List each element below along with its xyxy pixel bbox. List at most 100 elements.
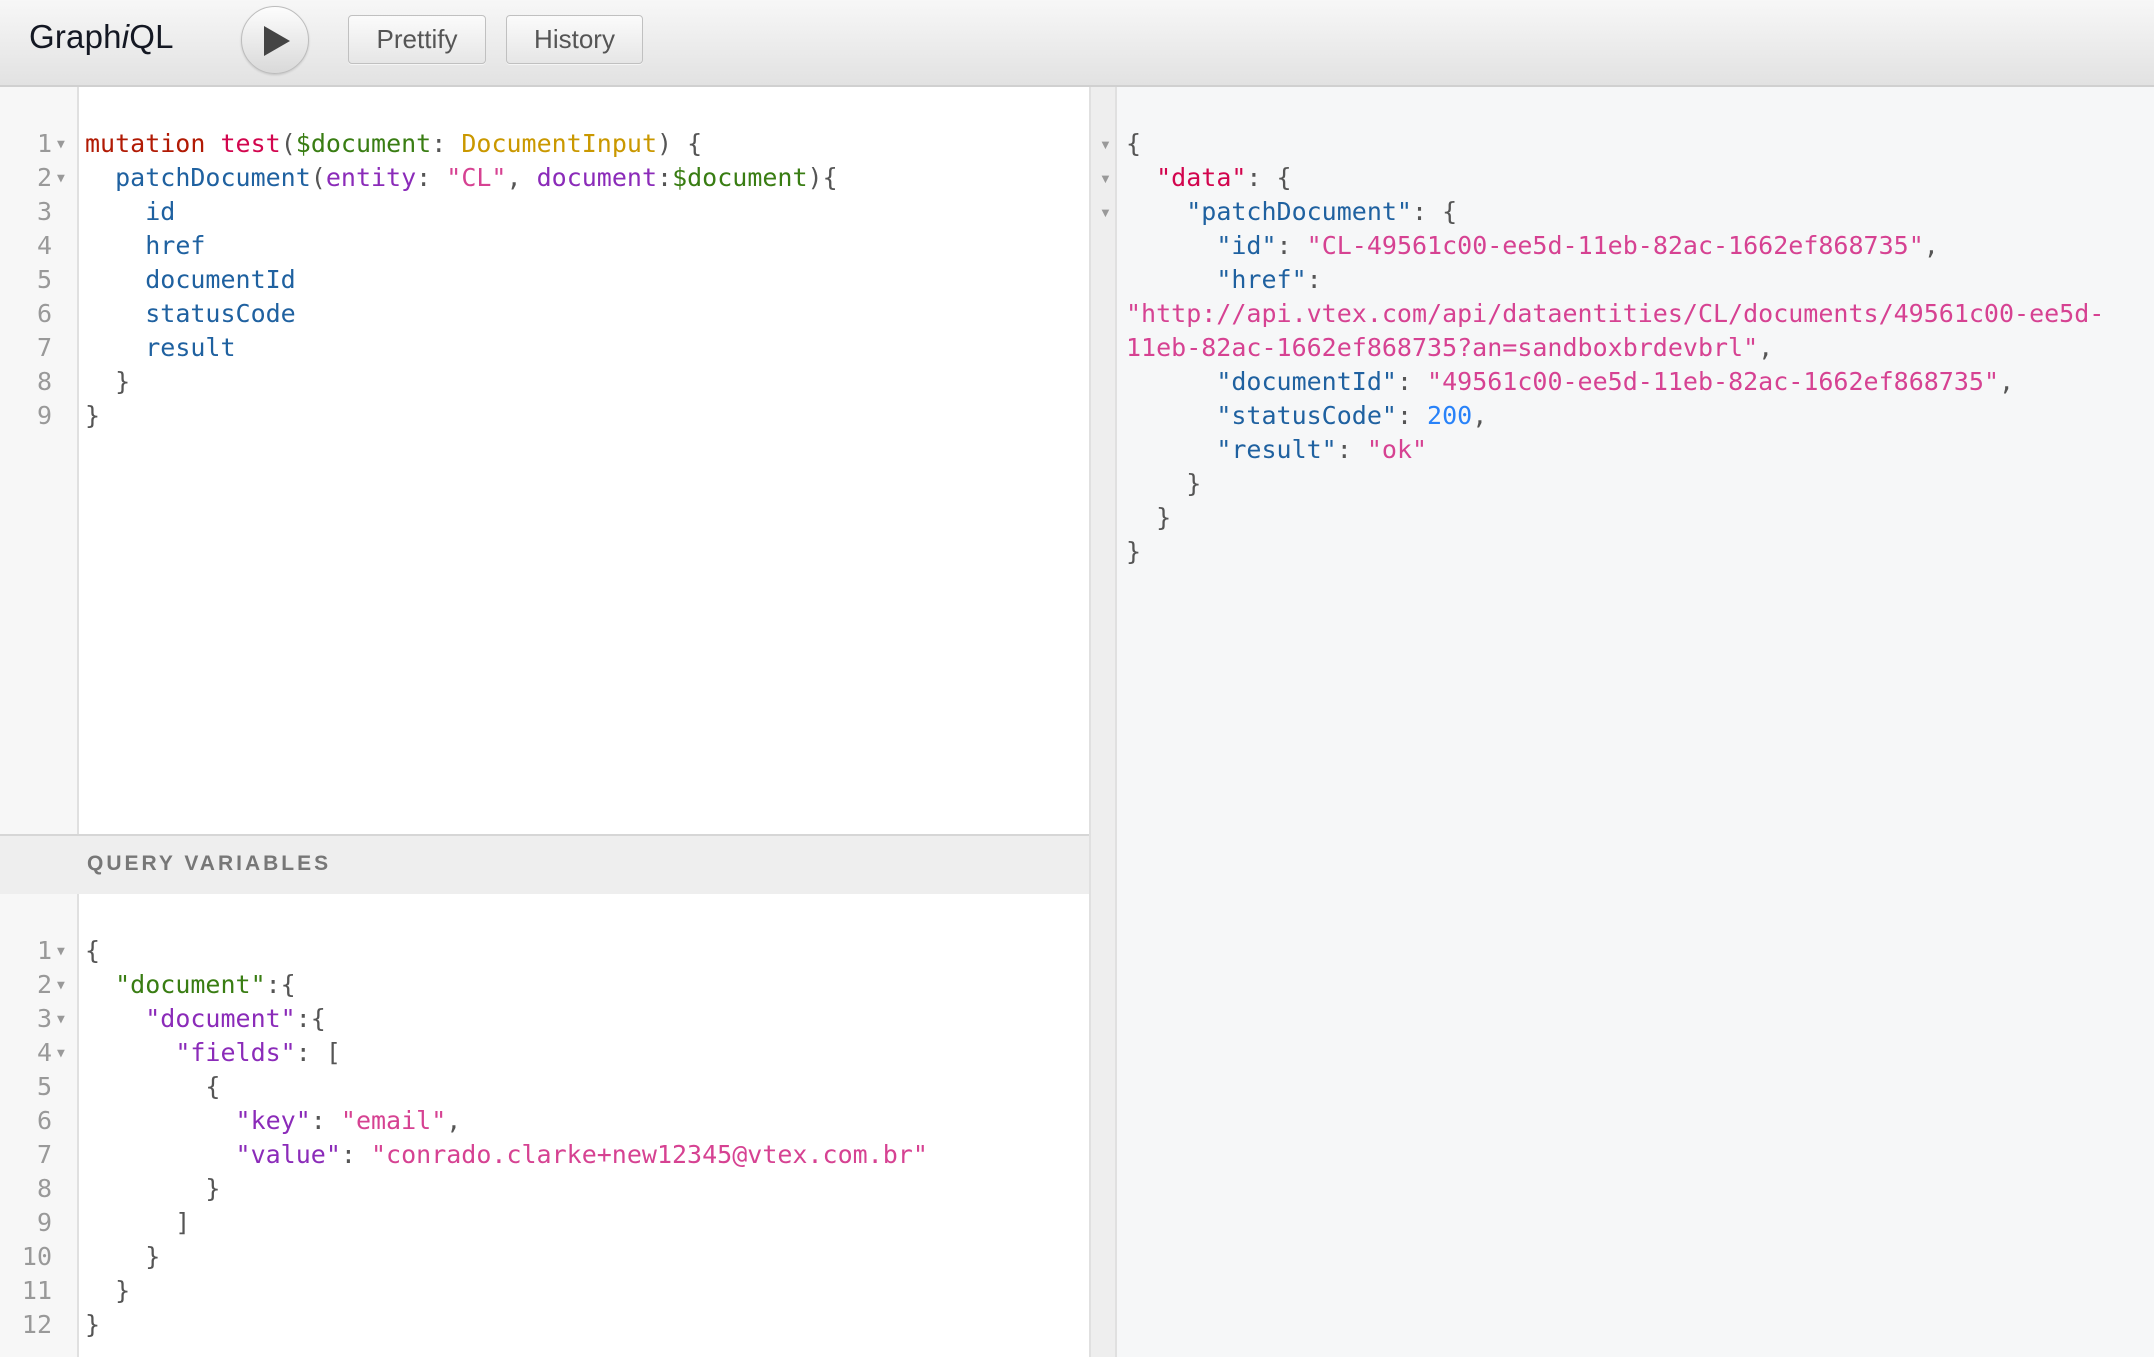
code-token: documentId <box>145 265 296 294</box>
code-text: "document":{ <box>85 968 296 1002</box>
code-token: 11eb-82ac-1662ef868735?an=sandboxbrdevbr… <box>1126 333 1759 362</box>
code-token: { <box>1126 129 1142 158</box>
result-line: } <box>1126 467 2104 501</box>
code-token: "document" <box>145 1004 296 1033</box>
code-token: : <box>431 129 462 158</box>
fold-toggle-icon[interactable]: ▼ <box>1099 127 1112 161</box>
code-token: "id" <box>1216 231 1277 260</box>
code-token: "href" <box>1216 265 1307 294</box>
code-token: , <box>506 163 537 192</box>
fold-toggle-icon[interactable]: ▼ <box>57 1002 65 1038</box>
line-number: 6 <box>36 299 52 328</box>
query-variables-toggle[interactable]: QUERY VARIABLES <box>0 834 1089 896</box>
fold-toggle-icon[interactable]: ▼ <box>57 127 65 163</box>
line-number: 9 <box>36 401 52 430</box>
code-token: { <box>85 936 101 965</box>
fold-toggle-icon[interactable]: ▼ <box>57 934 65 970</box>
code-text: } <box>85 1308 100 1342</box>
code-token: result <box>145 333 236 362</box>
code-token: href <box>145 231 206 260</box>
code-token: "fields" <box>175 1038 296 1067</box>
code-token: } <box>85 1242 161 1271</box>
code-token: , <box>1999 367 2015 396</box>
line-number: 9 <box>36 1208 52 1237</box>
code-token: } <box>85 1174 221 1203</box>
code-token: ){ <box>807 163 838 192</box>
code-token: "statusCode" <box>1216 401 1397 430</box>
line-number: 3 <box>36 197 52 226</box>
code-token: entity <box>325 163 417 192</box>
execute-query-button[interactable] <box>241 6 309 74</box>
code-token: 200 <box>1427 401 1473 430</box>
code-token: "ok" <box>1366 435 1428 464</box>
code-token: , <box>1758 333 1774 362</box>
result-line: "result": "ok" <box>1126 433 2104 467</box>
code-text: patchDocument(entity: "CL", document:$do… <box>85 161 838 195</box>
line-number: 4 <box>36 231 52 260</box>
line-number: 7 <box>36 333 52 362</box>
line-number: 1 <box>36 129 52 158</box>
code-token: "email" <box>340 1106 447 1135</box>
code-token: { <box>85 1072 221 1101</box>
line-number: 6 <box>36 1106 52 1135</box>
fold-toggle-icon[interactable]: ▼ <box>57 161 65 197</box>
code-token: "patchDocument" <box>1186 197 1412 226</box>
result-line: "id": "CL-49561c00-ee5d-11eb-82ac-1662ef… <box>1126 229 2104 263</box>
line-number: 2 <box>36 970 52 999</box>
fold-toggle-icon[interactable]: ▼ <box>1099 161 1112 195</box>
code-token: "CL-49561c00-ee5d-11eb-82ac-1662ef868735… <box>1306 231 1924 260</box>
code-token: statusCode <box>145 299 296 328</box>
code-text: } <box>85 1172 220 1206</box>
line-number: 7 <box>36 1140 52 1169</box>
code-token: "CL" <box>446 163 507 192</box>
code-token: "value" <box>235 1140 341 1169</box>
line-number: 8 <box>36 367 52 396</box>
code-text: documentId <box>85 263 296 297</box>
code-token: } <box>1126 469 1202 498</box>
code-text: mutation test($document: DocumentInput) … <box>85 127 702 161</box>
code-text: } <box>85 1240 160 1274</box>
line-number: 5 <box>36 265 52 294</box>
query-editor[interactable]: 1 ▼ mutation test($document: DocumentInput… <box>0 87 1089 834</box>
result-line: "statusCode": 200, <box>1126 399 2104 433</box>
result-line: } <box>1126 501 2104 535</box>
fold-toggle-icon[interactable]: ▼ <box>1099 195 1112 229</box>
line-number: 10 <box>21 1242 52 1271</box>
code-token: : { <box>1246 163 1292 192</box>
code-token: patchDocument <box>115 163 311 192</box>
variables-editor[interactable]: 1 ▼{2 ▼ "document":{3 ▼ "document":{4 ▼ "fie… <box>0 894 1089 1357</box>
prettify-button[interactable]: Prettify <box>348 15 486 64</box>
code-token: id <box>145 197 176 226</box>
result-line: "http://api.vtex.com/api/dataentities/CL… <box>1126 297 2104 331</box>
code-token: :{ <box>265 970 296 999</box>
code-token: } <box>85 367 131 396</box>
result-line: "href": <box>1126 263 2104 297</box>
fold-toggle-icon[interactable]: ▼ <box>57 1036 65 1072</box>
result-code: { "data": { "patchDocument": { "id": "CL… <box>1126 127 2104 569</box>
app-logo: GraphiQL <box>29 18 174 56</box>
fold-toggle-icon[interactable]: ▼ <box>57 968 65 1004</box>
code-token: "result" <box>1216 435 1337 464</box>
code-token: document <box>536 163 658 192</box>
code-token: : <box>1396 401 1428 430</box>
code-token: , <box>1472 401 1488 430</box>
line-number: 1 <box>36 936 52 965</box>
code-text: ] <box>85 1206 190 1240</box>
code-token: "document" <box>115 970 266 999</box>
code-token: $document <box>672 163 808 192</box>
code-token: "documentId" <box>1216 367 1397 396</box>
history-button[interactable]: History <box>506 15 643 64</box>
line-number: 11 <box>21 1276 52 1305</box>
